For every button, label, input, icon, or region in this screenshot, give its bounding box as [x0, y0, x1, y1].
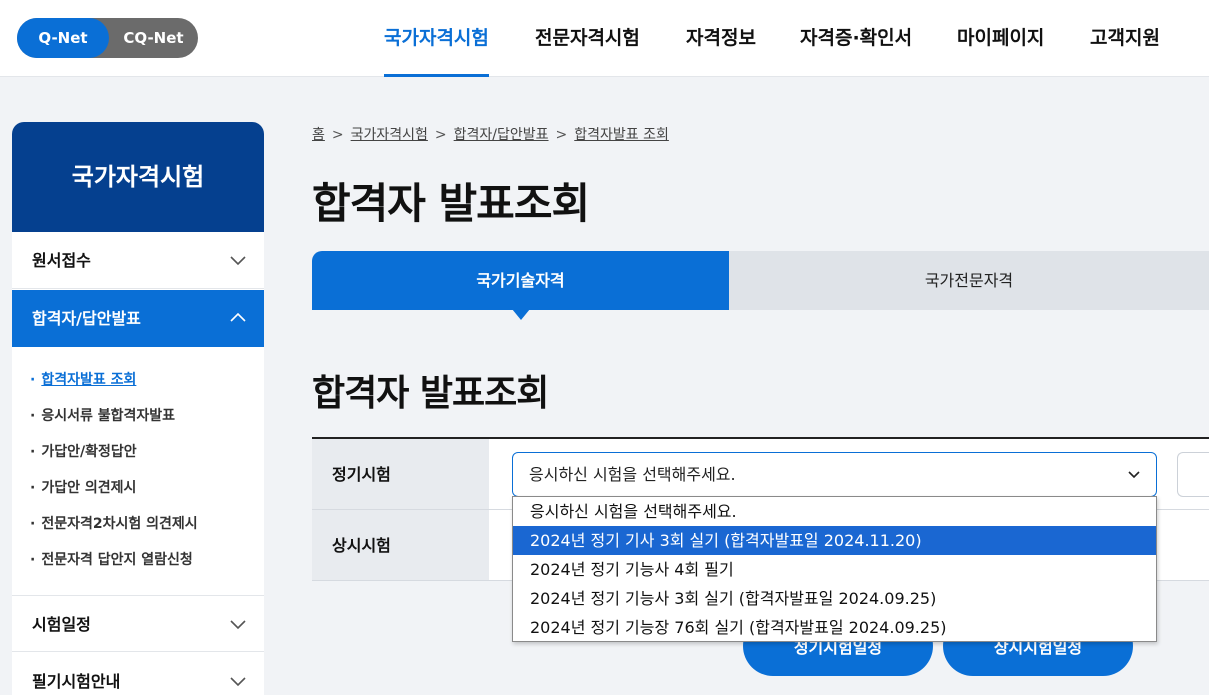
select-option[interactable]: 2024년 정기 기능사 3회 실기 (합격자발표일 2024.09.25) — [513, 584, 1156, 613]
sub-item-second-opinion[interactable]: · 전문자격2차시험 의견제시 — [30, 513, 198, 533]
tab-national-professional[interactable]: 국가전문자격 — [729, 251, 1209, 310]
exam-select-dropdown: 응시하신 시험을 선택해주세요. 2024년 정기 기사 3회 실기 (합격자발… — [512, 496, 1157, 642]
sub-item-document-fail[interactable]: · 응시서류 불합격자발표 — [30, 405, 175, 425]
sidebar-item-written-guide[interactable]: 필기시험안내 — [12, 653, 264, 695]
nav-mypage[interactable]: 마이페이지 — [957, 0, 1044, 77]
breadcrumb-result-lookup[interactable]: 합격자발표 조회 — [574, 127, 669, 143]
page-title: 합격자 발표조회 — [312, 179, 590, 228]
row-label-permanent: 상시시험 — [312, 510, 489, 581]
breadcrumb: 홈 > 국가자격시험 > 합격자/답안발표 > 합격자발표 조회 — [312, 127, 669, 143]
select-option[interactable]: 2024년 정기 기능사 4회 필기 — [513, 555, 1156, 584]
nav-qualification-info[interactable]: 자격정보 — [686, 0, 756, 77]
chevron-down-icon — [230, 620, 246, 630]
sidebar-item-results[interactable]: 합격자/답안발표 — [12, 290, 264, 347]
select-option-highlighted[interactable]: 2024년 정기 기사 3회 실기 (합격자발표일 2024.11.20) — [513, 526, 1156, 555]
site-toggle: Q-Net CQ-Net — [17, 18, 198, 58]
sub-item-answer-sheet[interactable]: · 전문자격 답안지 열람신청 — [30, 549, 193, 569]
breadcrumb-home[interactable]: 홈 — [312, 127, 325, 143]
sidebar-item-label: 원서접수 — [32, 251, 91, 270]
tab-national-technical[interactable]: 국가기술자격 — [312, 251, 729, 310]
nav-national-exam[interactable]: 국가자격시험 — [384, 0, 489, 77]
top-header: Q-Net CQ-Net 국가자격시험 전문자격시험 자격정보 자격증·확인서 … — [0, 0, 1209, 77]
regular-exam-select[interactable]: 응시하신 시험을 선택해주세요. — [512, 452, 1157, 497]
nav-professional-exam[interactable]: 전문자격시험 — [535, 0, 640, 77]
sidebar-item-label: 합격자/답안발표 — [32, 309, 141, 328]
nav-support[interactable]: 고객지원 — [1090, 0, 1160, 77]
sidebar-item-label: 시험일정 — [32, 615, 91, 634]
regular-exam-second-select[interactable] — [1177, 452, 1209, 497]
qnet-toggle-button[interactable]: Q-Net — [17, 18, 109, 58]
sidebar-item-label: 필기시험안내 — [32, 672, 121, 691]
select-option[interactable]: 2024년 정기 기능장 76회 실기 (합격자발표일 2024.09.25) — [513, 613, 1156, 642]
chevron-up-icon — [230, 312, 246, 322]
section-title: 합격자 발표조회 — [312, 373, 549, 414]
chevron-down-icon — [1128, 471, 1140, 479]
chevron-down-icon — [230, 256, 246, 266]
sub-item-result-lookup[interactable]: · 합격자발표 조회 — [30, 369, 136, 389]
sidebar-item-application[interactable]: 원서접수 — [12, 232, 264, 289]
sub-item-answer-opinion[interactable]: · 가답안 의견제시 — [30, 477, 136, 497]
breadcrumb-national-exam[interactable]: 국가자격시험 — [351, 127, 428, 143]
sidebar-title: 국가자격시험 — [12, 122, 264, 232]
cqnet-toggle-button[interactable]: CQ-Net — [109, 18, 198, 58]
select-value: 응시하신 시험을 선택해주세요. — [529, 465, 736, 484]
select-option[interactable]: 응시하신 시험을 선택해주세요. — [513, 497, 1156, 526]
active-tab-pointer — [512, 309, 530, 320]
breadcrumb-results[interactable]: 합격자/답안발표 — [454, 127, 549, 143]
chevron-down-icon — [230, 677, 246, 687]
row-label-regular: 정기시험 — [312, 439, 489, 510]
sidebar-menu: 원서접수 합격자/답안발표 · 합격자발표 조회 · 응시서류 불합격자발표 · 가답… — [12, 232, 264, 695]
sidebar-item-schedule[interactable]: 시험일정 — [12, 595, 264, 652]
sub-item-answers[interactable]: · 가답안/확정답안 — [30, 441, 137, 461]
nav-certificate[interactable]: 자격증·확인서 — [800, 0, 912, 77]
